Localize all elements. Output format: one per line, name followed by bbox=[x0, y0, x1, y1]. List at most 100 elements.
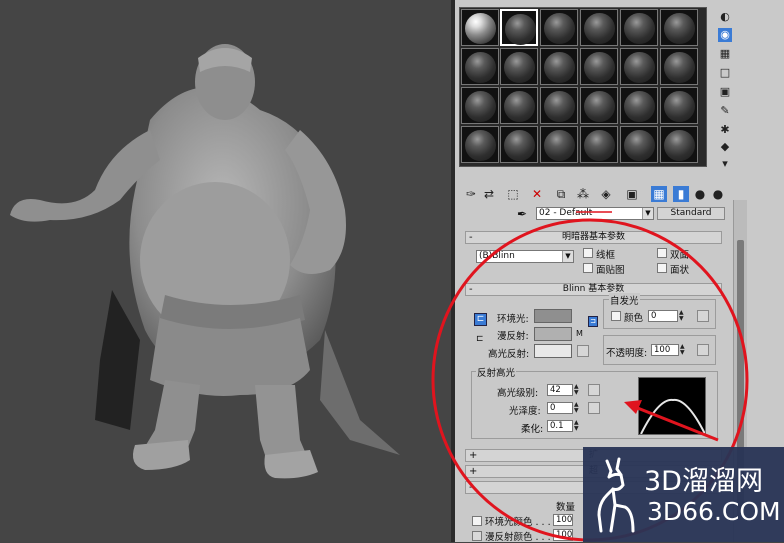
self-illum-color-checkbox[interactable] bbox=[611, 311, 621, 321]
spinner-arrows-icon[interactable]: ▲ ▼ bbox=[679, 310, 686, 322]
assign-to-selection-icon[interactable]: ⬚ bbox=[505, 186, 521, 202]
sample-slot-2[interactable] bbox=[500, 9, 538, 46]
material-type-button[interactable]: Standard bbox=[657, 207, 725, 220]
sample-type-icon[interactable]: ◐ bbox=[718, 10, 732, 24]
sample-slot-22[interactable] bbox=[580, 126, 618, 163]
background-icon[interactable]: ▦ bbox=[718, 47, 732, 61]
sample-slot-10[interactable] bbox=[580, 48, 618, 85]
sample-slot-24[interactable] bbox=[660, 126, 698, 163]
lock-ambient-icon[interactable]: ⊏ bbox=[474, 313, 487, 326]
sample-slot-4[interactable] bbox=[580, 9, 618, 46]
options-icon[interactable]: ✱ bbox=[718, 123, 732, 137]
face-map-label: 面贴图 bbox=[596, 265, 625, 276]
material-name-text: 02 - Default bbox=[539, 208, 593, 218]
spinner-arrows-icon[interactable]: ▲ ▼ bbox=[574, 420, 581, 432]
m-button[interactable]: M bbox=[576, 329, 583, 338]
video-color-check-icon[interactable]: ▣ bbox=[718, 85, 732, 99]
put-to-scene-icon[interactable]: ⇄ bbox=[481, 186, 497, 202]
spinner-arrows-icon[interactable]: ▲ ▼ bbox=[574, 384, 581, 396]
eyedropper-icon[interactable]: ✒ bbox=[517, 207, 527, 221]
put-to-library-icon[interactable]: ◈ bbox=[598, 186, 614, 202]
chevron-down-icon[interactable]: ▼ bbox=[642, 208, 653, 219]
map-row-checkbox[interactable] bbox=[472, 516, 482, 526]
rollout-title: 明暗器基本参数 bbox=[561, 232, 625, 242]
expand-icon: + bbox=[469, 450, 478, 461]
sample-uv-tiling-icon[interactable]: □ bbox=[718, 66, 732, 80]
lock-specular-icon[interactable]: ⊏ bbox=[476, 334, 484, 344]
shader-type-text: (B)Blinn bbox=[479, 251, 515, 261]
glossiness-map-button[interactable] bbox=[588, 402, 600, 414]
opacity-label: 不透明度: bbox=[606, 348, 648, 359]
faceted-checkbox[interactable] bbox=[657, 263, 667, 273]
material-id-channel-icon[interactable]: ▣ bbox=[624, 186, 640, 202]
soften-field[interactable]: 0.1 bbox=[547, 420, 573, 432]
map-row-checkbox[interactable] bbox=[472, 531, 482, 541]
show-end-result-icon[interactable]: ▮ bbox=[673, 186, 689, 202]
opacity-map-button[interactable] bbox=[697, 344, 709, 356]
material-map-navigator-icon[interactable]: ▾ bbox=[718, 157, 732, 171]
go-forward-icon[interactable]: ● bbox=[710, 186, 726, 202]
sample-slot-11[interactable] bbox=[620, 48, 658, 85]
make-copy-icon[interactable]: ⧉ bbox=[553, 186, 569, 202]
self-illum-map-button[interactable] bbox=[697, 310, 709, 322]
make-unique-icon[interactable]: ⁂ bbox=[575, 186, 591, 202]
make-preview-icon[interactable]: ✎ bbox=[718, 104, 732, 118]
show-map-icon[interactable]: ▦ bbox=[651, 186, 667, 202]
self-illum-value-field[interactable]: 0 bbox=[648, 310, 678, 322]
sample-slot-1[interactable] bbox=[461, 9, 499, 46]
two-sided-checkbox[interactable] bbox=[657, 248, 667, 258]
sample-slot-15[interactable] bbox=[540, 87, 578, 124]
watermark: 3D溜溜网 3D66.COM bbox=[583, 447, 784, 542]
specular-color-swatch[interactable] bbox=[534, 344, 572, 358]
sample-slot-7[interactable] bbox=[461, 48, 499, 85]
face-map-checkbox[interactable] bbox=[583, 263, 593, 273]
two-sided-label: 双面 bbox=[670, 250, 690, 261]
shader-basic-rollout-header[interactable]: - 明暗器基本参数 bbox=[465, 231, 722, 244]
specular-level-map-button[interactable] bbox=[588, 384, 600, 396]
glossiness-field[interactable]: 0 bbox=[547, 402, 573, 414]
collapse-icon: - bbox=[469, 284, 473, 295]
sample-slot-3[interactable] bbox=[540, 9, 578, 46]
specular-level-field[interactable]: 42 bbox=[547, 384, 573, 396]
sample-slot-9[interactable] bbox=[540, 48, 578, 85]
sample-slot-13[interactable] bbox=[461, 87, 499, 124]
sample-slot-12[interactable] bbox=[660, 48, 698, 85]
collapse-icon: - bbox=[469, 232, 473, 243]
blinn-basic-rollout-header[interactable]: - Blinn 基本参数 bbox=[465, 283, 722, 296]
spinner-arrows-icon[interactable]: ▲ ▼ bbox=[574, 402, 581, 414]
self-illum-color-label: 颜色 bbox=[624, 313, 644, 324]
reset-map-icon[interactable]: ✕ bbox=[529, 186, 545, 202]
specular-map-button[interactable] bbox=[577, 345, 589, 357]
sample-slot-20[interactable] bbox=[500, 126, 538, 163]
self-illumination-title: 自发光 bbox=[609, 293, 640, 307]
sample-slot-19[interactable] bbox=[461, 126, 499, 163]
go-to-parent-icon[interactable]: ● bbox=[692, 186, 708, 202]
viewport[interactable] bbox=[0, 0, 451, 542]
wire-checkbox[interactable] bbox=[583, 248, 593, 258]
map-row-amount-field[interactable]: 100 bbox=[553, 514, 573, 526]
material-name-field[interactable]: 02 - Default ▼ bbox=[536, 207, 654, 220]
sample-slot-18[interactable] bbox=[660, 87, 698, 124]
opacity-value-field[interactable]: 100 bbox=[651, 344, 679, 356]
sample-slot-8[interactable] bbox=[500, 48, 538, 85]
backlight-icon[interactable]: ◉ bbox=[718, 28, 732, 42]
expand-icon: + bbox=[469, 466, 478, 477]
ambient-color-swatch[interactable] bbox=[534, 309, 572, 323]
select-by-material-icon[interactable]: ◆ bbox=[718, 140, 732, 154]
shader-type-dropdown[interactable]: (B)Blinn ▼ bbox=[476, 250, 574, 263]
diffuse-color-swatch[interactable] bbox=[534, 327, 572, 341]
map-row-amount-field[interactable]: 100 bbox=[553, 529, 573, 541]
sample-slot-17[interactable] bbox=[620, 87, 658, 124]
sample-slot-6[interactable] bbox=[660, 9, 698, 46]
link-diffuse-icon[interactable]: ⊐ bbox=[588, 316, 598, 327]
collapse-icon: - bbox=[469, 482, 473, 493]
chevron-down-icon[interactable]: ▼ bbox=[562, 251, 573, 262]
get-material-icon[interactable]: ✑ bbox=[463, 186, 479, 202]
glossiness-label: 光泽度: bbox=[509, 406, 541, 417]
spinner-arrows-icon[interactable]: ▲ ▼ bbox=[680, 344, 687, 356]
sample-slot-16[interactable] bbox=[580, 87, 618, 124]
sample-slot-14[interactable] bbox=[500, 87, 538, 124]
sample-slot-5[interactable] bbox=[620, 9, 658, 46]
sample-slot-23[interactable] bbox=[620, 126, 658, 163]
sample-slot-21[interactable] bbox=[540, 126, 578, 163]
